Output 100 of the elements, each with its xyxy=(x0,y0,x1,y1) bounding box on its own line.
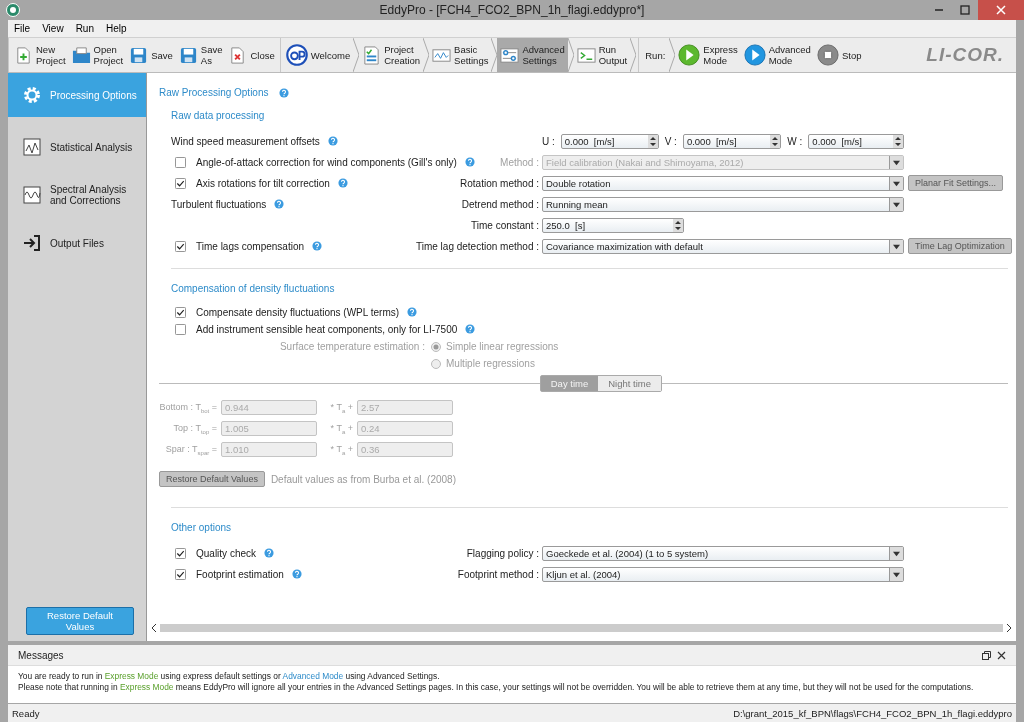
close-button[interactable] xyxy=(978,0,1024,20)
section-heading: Raw data processing xyxy=(171,110,266,121)
radio-icon xyxy=(431,358,441,369)
checklist-icon xyxy=(362,45,382,65)
field-label: W : xyxy=(787,135,803,147)
dropdown[interactable]: Running mean xyxy=(542,196,904,212)
checkbox[interactable] xyxy=(175,547,186,559)
help-icon[interactable] xyxy=(274,199,285,209)
scroll-right-icon[interactable] xyxy=(1005,624,1012,632)
spin-box[interactable]: 0.000 [m/s] xyxy=(560,133,659,149)
floppy-icon xyxy=(129,45,149,65)
logo-icon xyxy=(285,44,308,66)
workflow-tab[interactable]: Project Creation xyxy=(359,38,424,72)
section-heading: Other options xyxy=(171,522,233,533)
sliders-icon xyxy=(500,45,520,65)
play-icon xyxy=(678,44,701,66)
spin-arrows-icon[interactable] xyxy=(647,134,658,148)
message-text: Please note that running in Express Mode means EddyPro will ignore all your entries in the Advanced Settings pages. In this case, your settings will not be overridden. You will be able to retrieve them at any time, but they will not be used for the computations. xyxy=(18,682,975,693)
folder-icon xyxy=(71,45,91,65)
spin-arrows-icon[interactable] xyxy=(770,134,781,148)
panel-title: Messages xyxy=(18,649,64,661)
checkbox[interactable] xyxy=(175,568,186,580)
logo: LI-COR. xyxy=(926,44,1005,66)
field-label: Spar : T$_{spar}$ = xyxy=(164,443,217,456)
dropdown[interactable]: Kljun et al. (2004) xyxy=(542,566,904,582)
run-label: Run: xyxy=(644,49,667,61)
dropdown[interactable]: Goeckede et al. (2004) (1 to 5 system) xyxy=(542,545,904,561)
option-label: Footprint estimation xyxy=(196,568,284,580)
spin-box[interactable]: 0.000 [m/s] xyxy=(682,133,782,149)
checkbox[interactable] xyxy=(175,240,186,252)
option-label: Wind speed measurement offsets xyxy=(171,135,320,147)
chevron-separator xyxy=(491,38,498,72)
field-label: * T$_{a}$ + xyxy=(329,401,353,414)
scrollbar[interactable] xyxy=(160,624,1003,632)
run-button[interactable]: Advanced Mode xyxy=(740,38,814,72)
run-button[interactable]: Stop xyxy=(813,38,865,72)
chevron-separator xyxy=(567,38,574,72)
settings-icon xyxy=(22,85,42,105)
status-text: Ready xyxy=(12,707,40,719)
toolbar-button[interactable]: Close xyxy=(225,38,278,72)
toolbar-button[interactable]: Open Project xyxy=(68,38,127,72)
help-icon[interactable] xyxy=(312,241,322,251)
toolbar-button[interactable]: Save As xyxy=(175,38,226,72)
workflow-tab[interactable]: Basic Settings xyxy=(429,38,492,72)
checkbox[interactable] xyxy=(175,156,186,168)
workflow-tab[interactable]: Advanced Settings xyxy=(497,38,568,72)
section-title: Raw Processing Options xyxy=(159,87,269,98)
field-label: * T$_{a}$ + xyxy=(329,443,353,456)
spin-box[interactable]: 0.000 [m/s] xyxy=(808,133,904,149)
field-label: U : xyxy=(542,135,555,147)
field-label: Time lag detection method : xyxy=(415,240,539,252)
field-label: Footprint method : xyxy=(457,568,539,580)
run-button[interactable]: Express Mode xyxy=(675,38,741,72)
help-icon[interactable] xyxy=(291,569,302,579)
sidebar-item[interactable]: Spectral Analysis and Corrections xyxy=(8,177,146,213)
terminal-icon xyxy=(576,45,596,65)
field-label: Top : T$_{top}$ = xyxy=(172,422,217,435)
dropdown[interactable]: Covariance maximization with default xyxy=(542,238,904,254)
file-path: D:\grant_2015_kf_BPN\flags\FCH4_FCO2_BPN_1h_flagi.eddypro xyxy=(733,707,1012,719)
help-icon[interactable] xyxy=(337,178,348,188)
note-text: Default values as from Burba et al. (2008) xyxy=(270,473,456,485)
menu-item[interactable]: Run xyxy=(69,23,100,34)
workflow-tab[interactable]: Run Output xyxy=(573,38,631,72)
close-icon[interactable] xyxy=(997,650,1006,660)
sidebar-item[interactable]: Statistical Analysis xyxy=(8,129,146,165)
field-label: Flagging policy : xyxy=(466,547,539,559)
menu-item[interactable]: Help xyxy=(100,23,133,34)
field-label: * T$_{a}$ + xyxy=(329,422,353,435)
option-label: Add instrument sensible heat components, only for LI-7500 xyxy=(196,323,458,335)
help-icon[interactable] xyxy=(464,157,475,167)
restore-icon[interactable] xyxy=(982,650,991,660)
field-label: Rotation method : xyxy=(460,177,539,189)
spin-arrows-icon[interactable] xyxy=(673,218,683,232)
checkbox[interactable] xyxy=(175,177,186,189)
field-label: Time constant : xyxy=(471,219,539,231)
menu-item[interactable]: File xyxy=(8,23,37,34)
field-label: Bottom : T$_{bot}$ = xyxy=(159,401,217,414)
section-heading: Compensation of density fluctuations xyxy=(171,283,336,294)
option-label: Compensate density fluctuations (WPL terms) xyxy=(196,306,400,318)
menu-item[interactable]: View xyxy=(36,23,70,34)
app-icon xyxy=(6,3,20,17)
workflow-tab[interactable]: Welcome xyxy=(282,38,354,72)
scroll-left-icon[interactable] xyxy=(151,624,158,632)
chevron-separator xyxy=(423,38,430,72)
help-icon[interactable] xyxy=(264,548,275,558)
field-label: Surface temperature estimation : xyxy=(278,341,426,354)
sidebar-item[interactable]: Output Files xyxy=(8,225,146,261)
help-icon[interactable] xyxy=(327,136,338,146)
chevron-separator xyxy=(353,38,360,72)
new-file-icon xyxy=(14,45,33,65)
maximize-icon xyxy=(960,5,970,15)
field-label: V : xyxy=(664,135,677,147)
toolbar-button[interactable]: Save xyxy=(126,38,176,72)
help-icon[interactable] xyxy=(278,87,289,98)
option-label: Axis rotations for tilt correction xyxy=(196,177,330,189)
chevron-separator xyxy=(669,38,676,72)
toolbar-button[interactable]: New Project xyxy=(11,38,69,72)
dropdown[interactable]: Double rotation xyxy=(542,175,904,191)
spin-arrows-icon[interactable] xyxy=(893,134,903,148)
spin-box[interactable]: 250.0 [s] xyxy=(542,217,684,233)
